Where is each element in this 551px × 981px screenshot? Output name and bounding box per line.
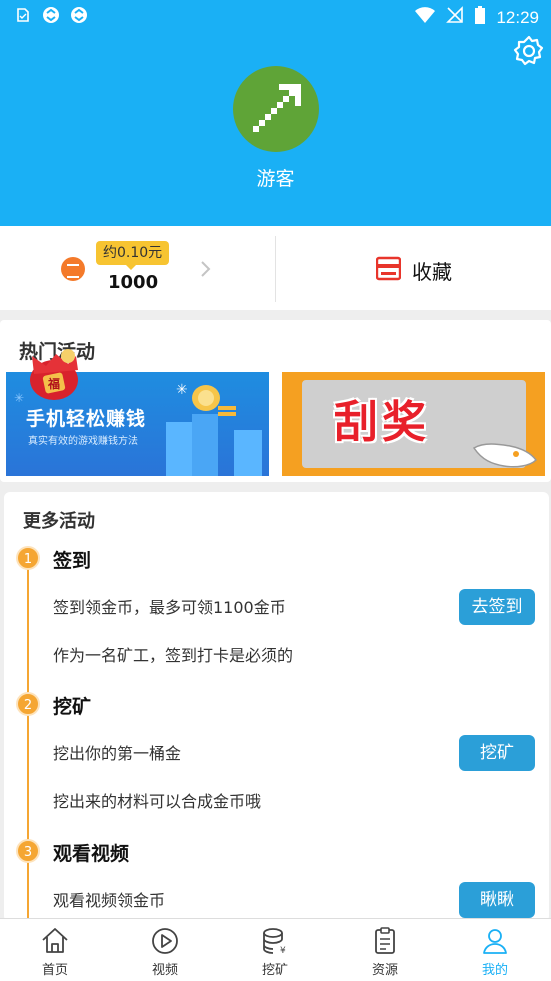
user-icon — [483, 929, 507, 954]
nav-home[interactable]: 首页 — [0, 919, 110, 981]
coins-icon: ¥ — [263, 928, 286, 956]
banner-title: 手机轻松赚钱 — [26, 408, 147, 430]
user-nickname[interactable]: 游客 — [0, 164, 551, 191]
nav-label: 首页 — [41, 963, 68, 978]
gear-icon[interactable] — [512, 34, 546, 68]
profile-header: 12:29 游客 — [0, 0, 551, 226]
watch-video-button[interactable]: 瞅瞅 — [459, 882, 535, 918]
sync-icon — [70, 6, 88, 24]
step-description: 挖出你的第一桶金 — [53, 744, 182, 763]
home-icon — [42, 928, 68, 953]
hot-activities: 热门活动 ✳ ✳ 手机轻松赚钱 真实有效的游戏赚钱方法 福 刮奖 — [0, 320, 551, 482]
activity-checkin: 1 签到 签到领金币，最多可领1100金币 作为一名矿工，签到打卡是必须的 去签… — [4, 546, 549, 692]
status-bar: 12:29 — [0, 0, 551, 32]
more-activities: 更多活动 1 签到 签到领金币，最多可领1100金币 作为一名矿工，签到打卡是必… — [4, 492, 549, 922]
wallet-bar: 约0.10元 1000 收藏 — [0, 226, 551, 310]
notification-icon — [14, 6, 32, 24]
wifi-icon — [414, 6, 436, 29]
step-title: 观看视频 — [53, 843, 130, 865]
coin-icon — [61, 257, 85, 281]
step-title: 挖矿 — [53, 696, 92, 718]
step-description: 挖出来的材料可以合成金币哦 — [53, 792, 262, 811]
svg-text:✳: ✳ — [176, 382, 188, 398]
battery-icon — [474, 5, 486, 30]
step-number: 1 — [16, 546, 40, 570]
step-description: 签到领金币，最多可领1100金币 — [53, 598, 286, 617]
step-description: 作为一名矿工，签到打卡是必须的 — [53, 646, 294, 665]
nav-mine[interactable]: 我的 — [440, 919, 550, 981]
nav-mining[interactable]: ¥ 挖矿 — [220, 919, 330, 981]
banner-subtitle: 真实有效的游戏赚钱方法 — [28, 436, 138, 447]
favorites-label: 收藏 — [412, 260, 452, 284]
nav-label: 我的 — [481, 963, 508, 978]
bottom-nav: 首页 视频 ¥ 挖矿 资源 我的 — [0, 918, 551, 981]
svg-text:¥: ¥ — [280, 946, 286, 956]
play-icon — [152, 928, 178, 954]
section-title: 更多活动 — [23, 511, 95, 532]
step-title: 签到 — [53, 550, 92, 572]
coin-count: 1000 — [108, 272, 159, 293]
coin-balance[interactable]: 约0.10元 1000 — [0, 226, 275, 310]
nav-label: 视频 — [151, 963, 178, 978]
card-icon — [376, 256, 401, 281]
lucky-bag-icon: 福 — [18, 342, 88, 402]
sync-icon — [42, 6, 60, 24]
clock: 12:29 — [496, 7, 539, 27]
step-number: 2 — [16, 692, 40, 716]
no-signal-icon — [446, 6, 464, 29]
nav-video[interactable]: 视频 — [110, 919, 220, 981]
step-number: 3 — [16, 839, 40, 863]
avatar[interactable] — [233, 66, 319, 152]
mine-button[interactable]: 挖矿 — [459, 735, 535, 771]
chevron-right-icon — [201, 261, 211, 277]
checkin-button[interactable]: 去签到 — [459, 589, 535, 625]
nav-label: 资源 — [371, 963, 398, 978]
nav-label: 挖矿 — [261, 963, 288, 978]
activity-mining: 2 挖矿 挖出你的第一桶金 挖出来的材料可以合成金币哦 挖矿 — [4, 692, 549, 838]
nav-resources[interactable]: 资源 — [330, 919, 440, 981]
coin-value-badge: 约0.10元 — [96, 241, 170, 270]
pointing-hand-icon — [472, 443, 537, 468]
lucky-bag-label: 福 — [48, 377, 61, 391]
pickaxe-icon — [253, 84, 301, 132]
banner-scratch-card[interactable]: 刮奖 — [282, 372, 545, 476]
activity-watch-video: 3 观看视频 观看视频领金币 瞅瞅 — [4, 839, 549, 922]
banner-title: 刮奖 — [334, 397, 430, 448]
clipboard-icon — [375, 927, 395, 954]
step-description: 观看视频领金币 — [53, 891, 166, 910]
favorites-button[interactable]: 收藏 — [276, 226, 551, 310]
